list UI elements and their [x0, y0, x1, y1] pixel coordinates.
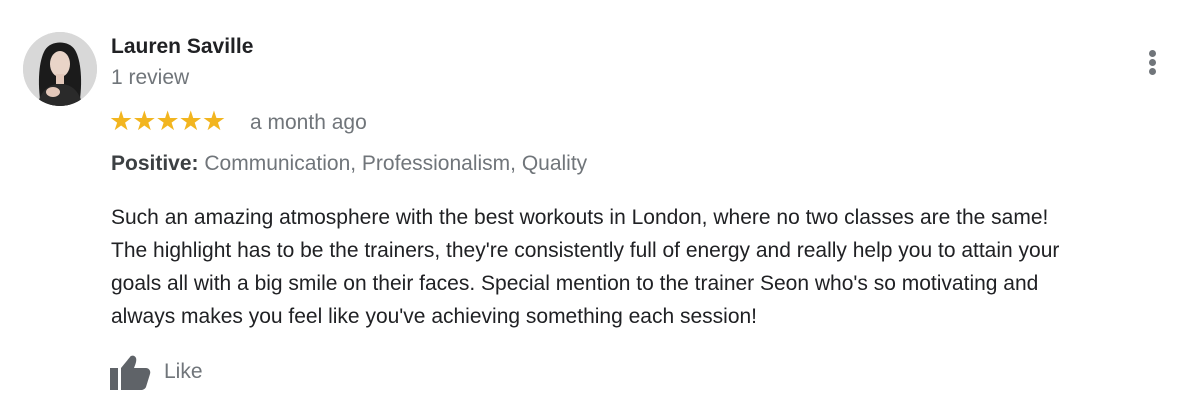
review-count[interactable]: 1 review: [111, 66, 189, 90]
avatar-photo: [23, 32, 97, 106]
thumbs-up-icon: [110, 355, 151, 390]
attributes-values: Communication, Professionalism, Quality: [198, 152, 588, 175]
review-text-line: Such an amazing atmosphere with the best…: [111, 206, 1049, 229]
reviewer-name[interactable]: Lauren Saville: [111, 35, 253, 59]
more-options-button[interactable]: [1138, 44, 1168, 80]
review-text-line: always makes you feel like you've achiev…: [111, 305, 758, 328]
review-text-line: goals all with a big smile on their face…: [111, 272, 1039, 295]
review-attributes: Positive: Communication, Professionalism…: [111, 152, 587, 176]
review-card: Lauren Saville 1 review ★ ★ ★ ★ ★ a mont…: [0, 0, 1200, 415]
star-icon: ★: [132, 106, 157, 137]
star-icon: ★: [155, 106, 180, 137]
avatar[interactable]: [23, 32, 97, 106]
star-rating: ★ ★ ★ ★ ★: [109, 106, 227, 137]
review-text-line: The highlight has to be the trainers, th…: [111, 239, 1060, 262]
review-date: a month ago: [250, 111, 367, 134]
attributes-label: Positive:: [111, 152, 199, 175]
review-text: Such an amazing atmosphere with the best…: [111, 201, 1196, 333]
star-icon: ★: [178, 106, 203, 137]
like-label: Like: [164, 360, 203, 383]
like-button[interactable]: Like: [108, 352, 203, 392]
star-icon: ★: [201, 106, 227, 137]
star-icon: ★: [109, 106, 134, 137]
